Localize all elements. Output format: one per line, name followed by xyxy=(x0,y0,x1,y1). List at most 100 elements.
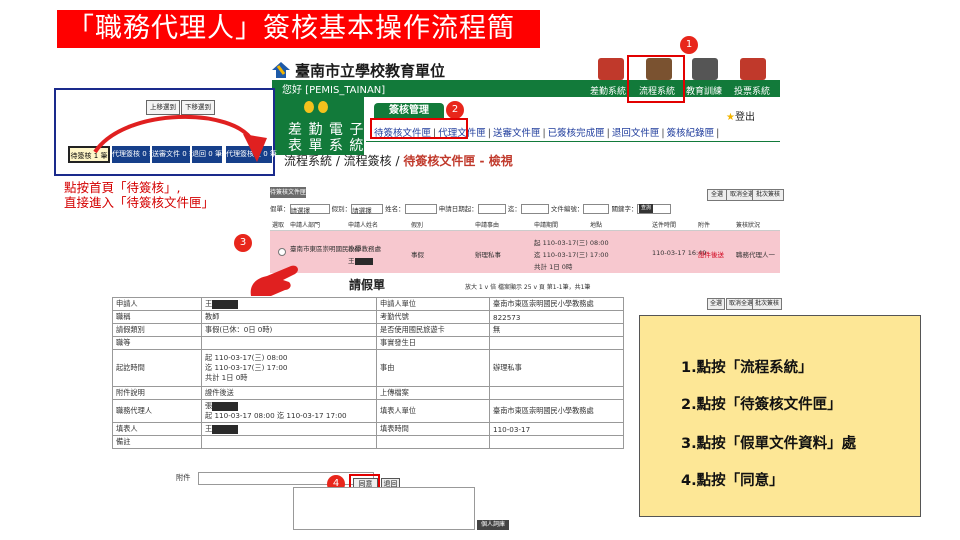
filter-label-type: 假別： xyxy=(331,205,352,213)
form-row: 備註 xyxy=(112,435,624,449)
attendance-icon[interactable] xyxy=(598,58,624,80)
filter-date-to-input[interactable] xyxy=(520,204,549,214)
attach-field[interactable] xyxy=(198,472,374,485)
school-name: 臺南市立學校教育單位 xyxy=(295,62,446,80)
form-title: 請假單 xyxy=(349,278,386,292)
form-row: 請假類別 事假(已休：0日 0時) 是否使用國民旅遊卡 無 xyxy=(112,323,624,337)
row-title: 教師 xyxy=(348,245,361,253)
vote-icon[interactable] xyxy=(740,58,766,80)
filter-doc-no-input[interactable] xyxy=(583,204,610,214)
form-value xyxy=(489,336,624,350)
filter-name-input[interactable] xyxy=(404,204,437,214)
form-row: 職務代理人 張 起 110-03-17 08:00 迄 110-03-17 17… xyxy=(112,399,624,423)
form-row: 職等 事實發生日 xyxy=(112,336,624,350)
form-label: 起訖時間 xyxy=(112,349,202,387)
filter-label-form: 假單： xyxy=(270,205,290,213)
filter-label-name: 姓名： xyxy=(385,205,405,213)
form-label: 附件說明 xyxy=(112,386,202,400)
filter-type-select[interactable]: 請選擇 xyxy=(351,204,384,215)
folder-label: 待簽核文件匣 xyxy=(270,187,307,198)
nav-divider xyxy=(366,141,780,142)
form-value xyxy=(201,336,377,350)
col-place: 地點 xyxy=(590,222,603,229)
form-label: 填表人 xyxy=(112,422,202,436)
form-label: 上傳檔案 xyxy=(376,386,490,400)
row-reason: 辦理私事 xyxy=(475,251,501,259)
star-icon: ★ xyxy=(726,112,735,123)
row-name: 王 xyxy=(348,255,373,265)
col-sent: 送件時間 xyxy=(652,222,677,229)
form-value: 臺南市東區崇明國民小學教務處 xyxy=(489,399,624,423)
form-label: 事由 xyxy=(376,349,490,387)
form-batch-sign-button[interactable]: 批次簽核 xyxy=(752,298,783,310)
step-1: 1.點按「流程系統」 xyxy=(681,360,813,376)
greeting: 您好 [PEMIS_TAINAN] xyxy=(282,85,386,96)
row-period-total: 共計 1日 0時 xyxy=(534,263,573,271)
form-value-text: 王 xyxy=(205,424,213,433)
form-row: 職稱 教師 考勤代號 822573 xyxy=(112,310,624,324)
form-tools: 放大 1 v 倍 檔案顯示 25 v 頁 第1-1筆，共1筆 xyxy=(465,284,591,291)
form-select-all-button[interactable]: 全選 xyxy=(707,298,726,310)
table-row[interactable]: 臺南市東區崇明國民小學教務處 教師 王 事假 辦理私事 起 110-03-17(… xyxy=(270,231,780,273)
form-label: 考勤代號 xyxy=(376,310,490,324)
search-button[interactable]: 查詢 xyxy=(639,204,653,213)
row-dept: 臺南市東區崇明國民小學教務處 xyxy=(290,245,381,253)
form-value: 822573 xyxy=(489,310,624,324)
form-row: 填表人 王 填表時間 110-03-17 xyxy=(112,422,624,436)
form-value: 證件後送 xyxy=(201,386,377,400)
marker-2: 2 xyxy=(446,101,464,119)
top-icon-label-training[interactable]: 教育訓練 xyxy=(686,84,722,97)
filter-date-from-input[interactable] xyxy=(477,204,506,214)
filter-type-value: 請選擇 xyxy=(352,207,372,215)
form-value: 無 xyxy=(489,323,624,337)
batch-sign-button[interactable]: 批次簽核 xyxy=(752,189,785,201)
row-period-start: 起 110-03-17(三) 08:00 xyxy=(534,239,609,247)
nav-submitted[interactable]: 送審文件匣 xyxy=(493,128,541,139)
row-select-radio[interactable] xyxy=(278,248,286,256)
form-label: 填表時間 xyxy=(376,422,490,436)
hint-line2: 直接進入「待簽核文件匣」 xyxy=(64,195,215,210)
masked-name xyxy=(212,424,239,434)
form-value-start: 起 110-03-17(三) 08:00 xyxy=(205,353,288,362)
app-logo: 差 勤 電 子 表 單 系 統 xyxy=(272,97,364,155)
hint-text: 點按首頁「待簽核」, 直接進入「待簽核文件匣」 xyxy=(64,180,214,210)
form-label: 填表人單位 xyxy=(376,399,490,423)
filter-label-doc-no: 文件編號： xyxy=(550,205,584,213)
leave-form-table[interactable]: 申請人 王 申請人單位 臺南市東區崇明國民小學教務處 職稱 教師 考勤代號 82… xyxy=(112,297,624,449)
nav-completed[interactable]: 已簽核完成匣 xyxy=(548,128,605,139)
highlight-pending-folder xyxy=(370,118,468,139)
instruction-box: 1.點按「流程系統」 2.點按「待簽核文件匣」 3.點按「假單文件資料」處 4.… xyxy=(639,315,921,517)
col-attach: 附件 xyxy=(698,222,711,229)
nav-returned[interactable]: 退回文件匣 xyxy=(612,128,660,139)
logout-link[interactable]: ★登出 xyxy=(726,108,755,123)
form-label: 事實發生日 xyxy=(376,336,490,350)
pointer-hand-icon xyxy=(250,265,298,296)
top-icon-label-attendance[interactable]: 差勤系統 xyxy=(590,84,626,97)
form-row: 申請人 王 申請人單位 臺南市東區崇明國民小學教務處 xyxy=(112,297,624,311)
form-value-total: 共計 1日 0時 xyxy=(205,373,248,382)
col-reason: 申請事由 xyxy=(475,222,500,229)
form-label: 是否使用國民旅遊卡 xyxy=(376,323,490,337)
filter-form-select[interactable]: 請選擇 xyxy=(289,204,330,215)
col-period: 申請期間 xyxy=(534,222,559,229)
form-value-text: 張 xyxy=(205,401,213,410)
form-row: 附件說明 證件後送 上傳檔案 xyxy=(112,386,624,400)
form-value xyxy=(489,386,624,400)
step-4: 4.點按「同意」 xyxy=(681,473,784,489)
nav-records[interactable]: 簽核紀錄匣 xyxy=(667,128,715,139)
select-all-button[interactable]: 全選 xyxy=(707,189,728,201)
tab-sign-management[interactable]: 簽核管理 xyxy=(374,103,444,119)
training-icon[interactable] xyxy=(692,58,718,80)
phrase-library-button[interactable]: 個人詞庫 xyxy=(477,520,509,530)
form-label: 申請人 xyxy=(112,297,202,311)
logout-label: 登出 xyxy=(734,112,755,123)
col-dept: 申請人部門 xyxy=(290,222,321,229)
top-icon-label-vote[interactable]: 投票系統 xyxy=(734,84,770,97)
form-row: 起訖時間 起 110-03-17(三) 08:00 迄 110-03-17(三)… xyxy=(112,349,624,387)
form-value: 王 xyxy=(201,297,377,311)
row-attach: 證件後送 xyxy=(698,251,724,259)
form-label xyxy=(376,435,490,449)
comment-textarea[interactable] xyxy=(293,487,475,530)
form-value xyxy=(201,435,377,449)
step-3: 3.點按「假單文件資料」處 xyxy=(681,436,857,452)
